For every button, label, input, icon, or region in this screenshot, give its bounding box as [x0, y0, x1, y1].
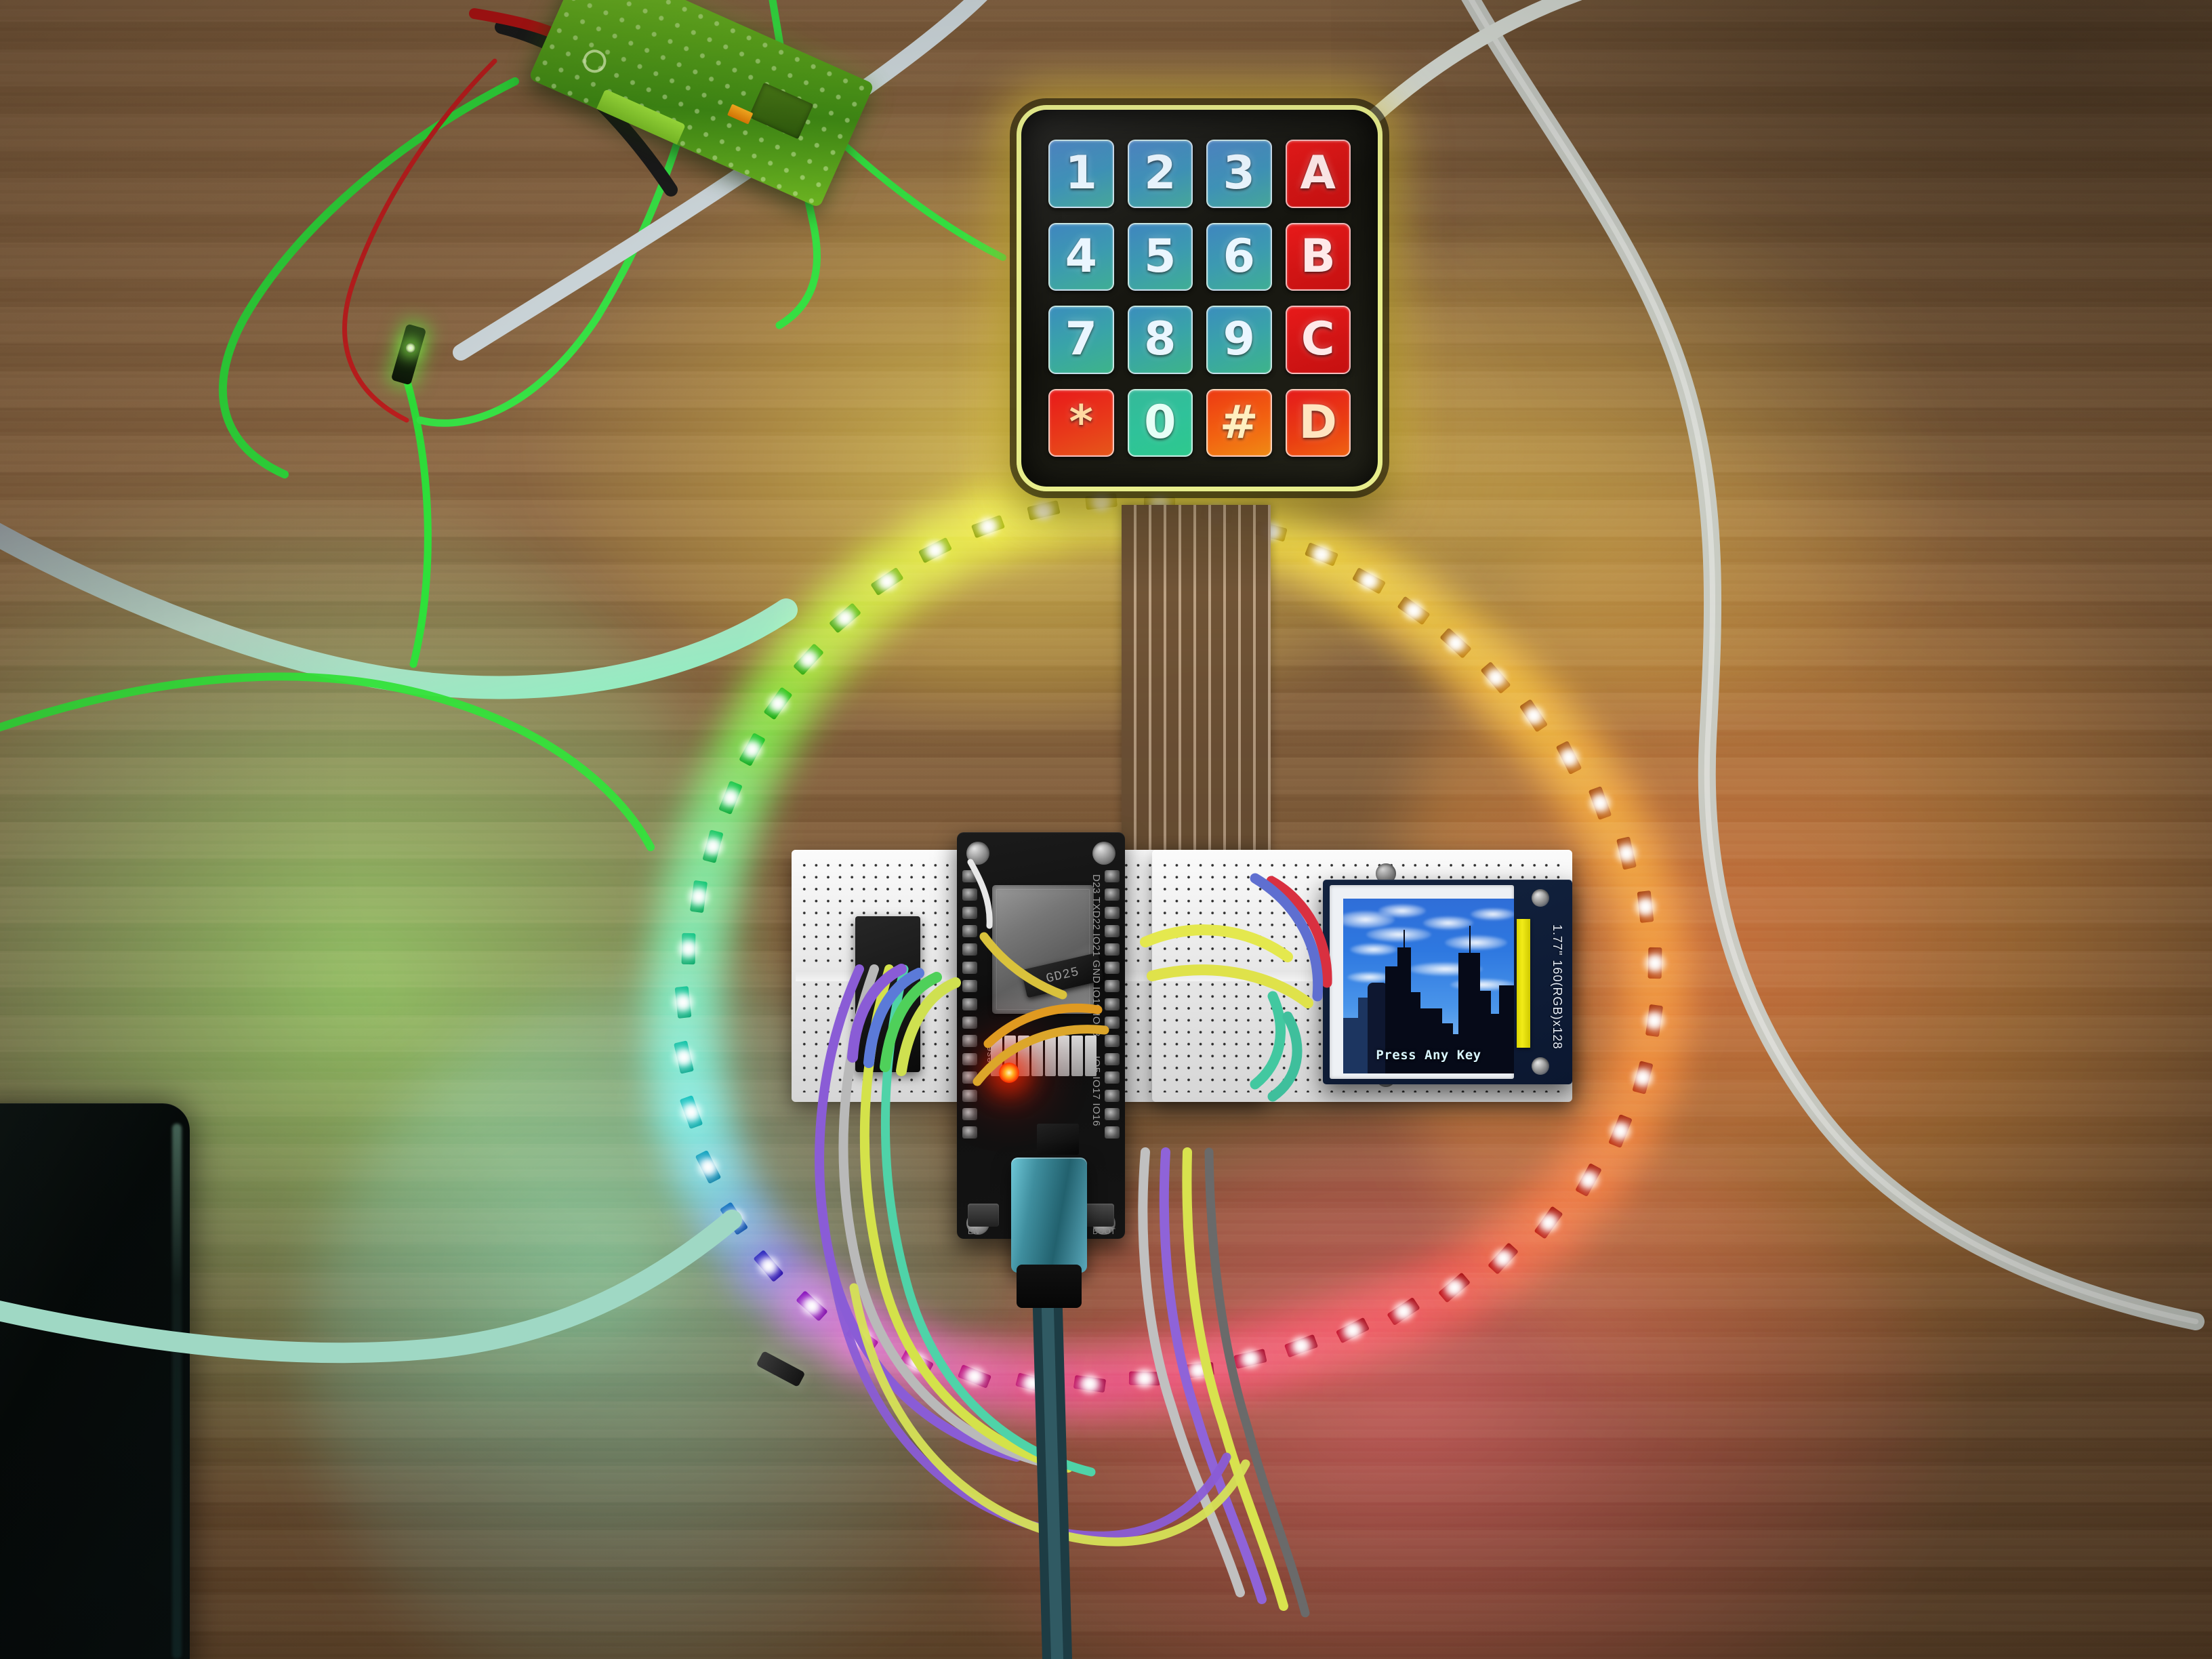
photo-scene: 1 2 3 A 4 5 6 B 7 8 9 C * 0 # D GD25 D23…	[0, 0, 2212, 1659]
jumper-yellow-board-a	[979, 932, 1067, 1000]
jumper-yellow-right-2	[1147, 964, 1313, 1008]
jumper-white-board	[967, 859, 993, 929]
jumper-yellow-right	[1140, 924, 1293, 962]
jumper-teal-right	[1250, 991, 1286, 1090]
jumper-layer	[847, 859, 1332, 1102]
